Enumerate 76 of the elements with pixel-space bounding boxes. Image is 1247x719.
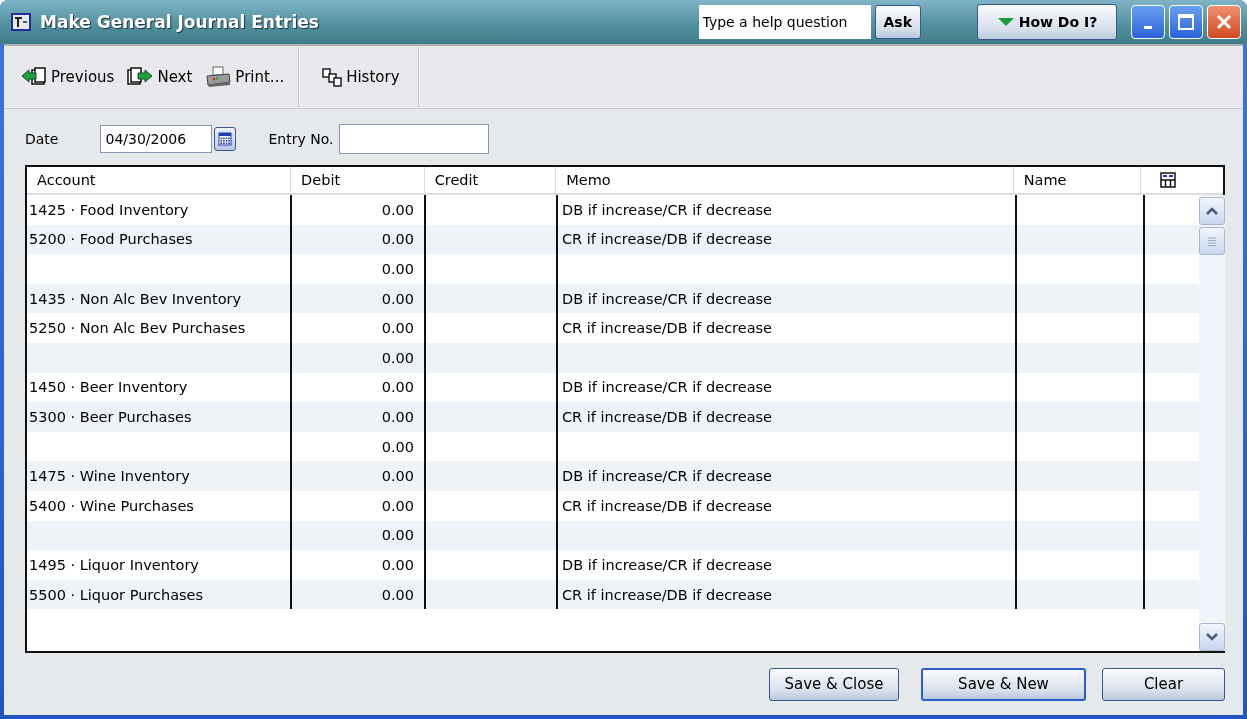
how-do-i-button[interactable]: How Do I? — [977, 4, 1117, 40]
column-header: Debit — [291, 167, 425, 193]
entry-number-label: Entry No. — [268, 131, 334, 147]
table-cell: 0.00 — [381, 586, 414, 603]
table-cell: 0.00 — [381, 527, 414, 544]
table-cell: 5300 · Beer Purchases — [29, 408, 192, 425]
action-button[interactable]: Clear — [1102, 667, 1225, 701]
maximize-button[interactable] — [1169, 5, 1203, 39]
table-cell: CR if increase/DB if decrease — [562, 408, 773, 425]
column-header: Account — [27, 167, 292, 193]
table-cell: DB if increase/CR if decrease — [562, 468, 773, 485]
table-cell: 0.00 — [381, 497, 414, 514]
table-cell: 0.00 — [381, 556, 414, 573]
table-cell: CR if increase/DB if decrease — [562, 586, 773, 603]
column-layout-icon — [1160, 172, 1177, 188]
printer-icon — [204, 66, 233, 88]
action-button[interactable]: Save & New — [921, 667, 1086, 701]
table-cell: DB if increase/CR if decrease — [562, 556, 773, 573]
table-cell: CR if increase/DB if decrease — [562, 497, 773, 514]
table-cell: CR if increase/DB if decrease — [562, 320, 773, 337]
entry-number-field[interactable] — [339, 124, 490, 154]
scroll-up-button[interactable] — [1199, 197, 1225, 225]
scroll-down-button[interactable] — [1199, 623, 1225, 651]
journal-icon — [10, 12, 32, 32]
right-arrow-icon — [126, 67, 155, 87]
table-cell: 0.00 — [381, 231, 414, 248]
maximize-icon — [1177, 13, 1195, 31]
previous-button[interactable]: Previous — [14, 47, 121, 107]
table-cell: 0.00 — [381, 261, 414, 277]
history-icon — [321, 67, 344, 87]
history-button[interactable]: History — [298, 47, 419, 107]
table-cell: 1435 · Non Alc Bev Inventory — [29, 290, 242, 307]
table-cell: 0.00 — [381, 379, 414, 396]
date-field[interactable]: 04/30/2006 — [100, 125, 213, 153]
scroll-thumb[interactable] — [1199, 227, 1225, 255]
table-cell: 0.00 — [381, 290, 414, 307]
action-button[interactable]: Save & Close — [769, 667, 899, 701]
table-cell: DB if increase/CR if decrease — [562, 379, 773, 396]
minimize-icon — [1144, 25, 1152, 29]
table-cell: DB if increase/CR if decrease — [562, 290, 773, 307]
table-cell: 5400 · Wine Purchases — [29, 497, 194, 514]
grip-icon — [1207, 236, 1217, 246]
table-cell: DB if increase/CR if decrease — [562, 201, 773, 218]
table-cell: 5500 · Liquor Purchases — [29, 586, 204, 603]
close-icon — [1215, 13, 1233, 31]
table-cell: 0.00 — [381, 320, 414, 337]
table-cell: 0.00 — [381, 468, 414, 485]
minimize-button[interactable] — [1131, 5, 1165, 39]
ask-button[interactable]: Ask — [874, 5, 921, 39]
table-cell: 1450 · Beer Inventory — [29, 379, 188, 396]
triangle-icon — [996, 17, 1015, 27]
calendar-button[interactable] — [214, 127, 237, 151]
scrollbar[interactable] — [1199, 195, 1225, 651]
column-header: Credit — [424, 167, 557, 193]
table-cell: 0.00 — [381, 408, 414, 425]
table-cell: 0.00 — [381, 438, 414, 455]
column-header: Name — [1013, 167, 1142, 193]
table-cell: 0.00 — [381, 201, 414, 218]
help-question-field[interactable]: Type a help question — [698, 5, 871, 39]
next-button[interactable]: Next — [120, 47, 199, 107]
table-cell: CR if increase/DB if decrease — [562, 231, 773, 248]
left-arrow-icon — [20, 67, 48, 87]
table-cell: 0.00 — [381, 349, 414, 366]
close-button[interactable] — [1207, 5, 1241, 39]
table-cell: 1475 · Wine Inventory — [29, 468, 190, 485]
table-cell: 5200 · Food Purchases — [29, 231, 193, 248]
window-title: Make General Journal Entries — [40, 12, 319, 32]
table-cell: 1425 · Food Inventory — [29, 201, 189, 218]
column-header: Memo — [556, 167, 1014, 193]
down-chevron-icon — [1206, 633, 1218, 641]
table-cell: 1495 · Liquor Inventory — [29, 556, 199, 573]
up-chevron-icon — [1206, 207, 1218, 215]
table-cell: 5250 · Non Alc Bev Purchases — [29, 320, 246, 337]
calendar-icon — [218, 132, 233, 146]
date-label: Date — [25, 131, 59, 147]
print-button[interactable]: Print... — [198, 47, 291, 107]
